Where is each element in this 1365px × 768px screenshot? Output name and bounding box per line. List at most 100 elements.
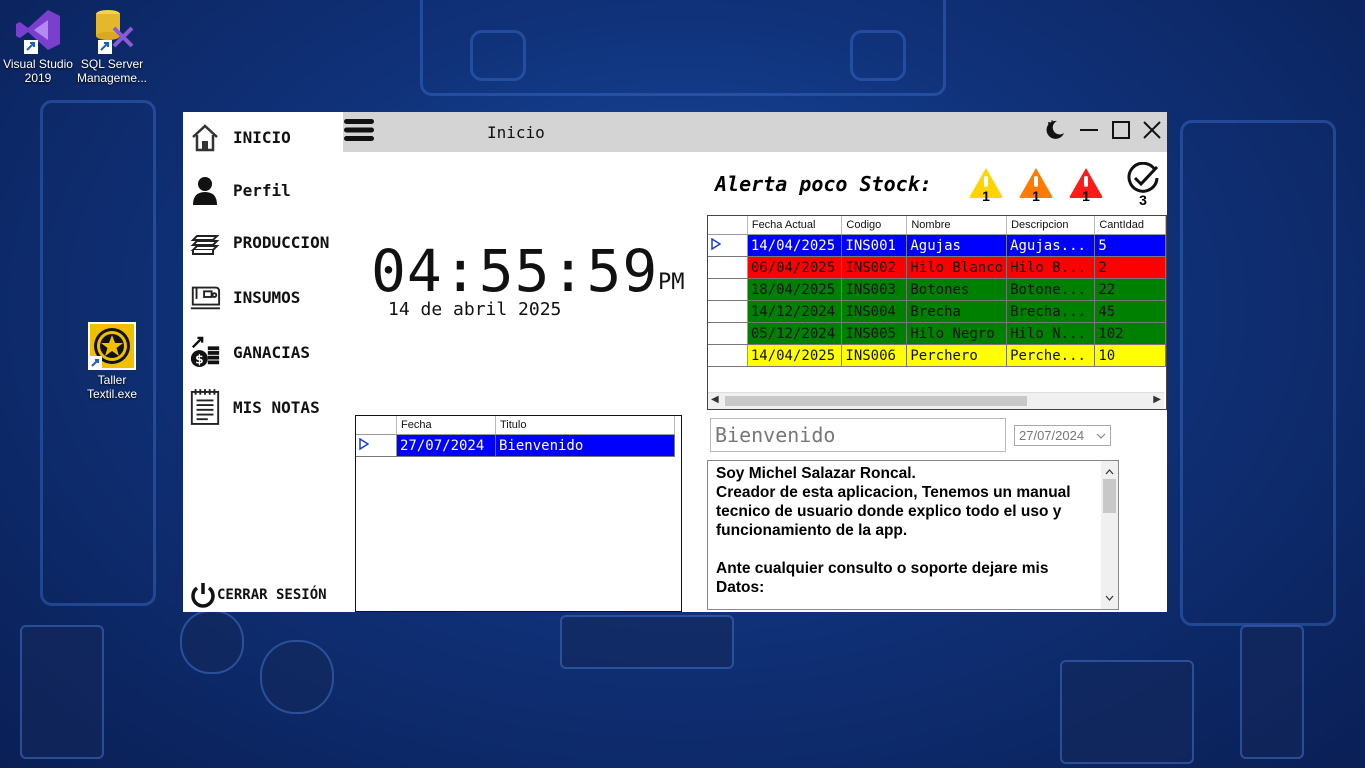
logout-button[interactable]: CERRAR SESIÓN xyxy=(189,575,327,615)
vertical-scrollbar[interactable] xyxy=(1101,461,1118,609)
sidebar-item-label: MIS NOTAS xyxy=(233,397,320,417)
app-window: INICIO Perfil PRODUCCION INSUMOS $ GANAC… xyxy=(183,112,1167,612)
stock-cell-fecha[interactable]: 18/04/2025 xyxy=(747,278,843,301)
stock-cell-fecha[interactable]: 14/04/2025 xyxy=(747,344,843,367)
row-selector[interactable] xyxy=(708,234,748,257)
close-button[interactable] xyxy=(1138,118,1166,146)
column-header[interactable]: Fecha Actual xyxy=(747,216,843,235)
desktop-icon-taller-textil[interactable]: Taller Textil.exe xyxy=(74,322,150,401)
sql-server-icon xyxy=(88,6,136,54)
table-row[interactable]: 06/04/2025 INS002 Hilo Blanco Hilo B... 2 xyxy=(708,256,1166,279)
stock-cell-fecha[interactable]: 14/12/2024 xyxy=(747,300,843,323)
stock-cell-nombre[interactable]: Botones xyxy=(906,278,1008,301)
desktop-icon-sql-server[interactable]: SQL Server Manageme... xyxy=(74,6,150,85)
scroll-right-icon[interactable]: ▶ xyxy=(1153,394,1161,405)
table-row[interactable]: 05/12/2024 INS005 Hilo Negro Hilo N... 102 xyxy=(708,322,1166,345)
row-selector[interactable] xyxy=(708,300,748,323)
row-selector[interactable] xyxy=(356,434,397,457)
table-row[interactable]: 14/12/2024 INS004 Brecha Brecha... 45 xyxy=(708,300,1166,323)
row-selector[interactable] xyxy=(708,278,748,301)
horizontal-scrollbar[interactable]: ◀ ▶ xyxy=(708,392,1164,409)
alert-red[interactable]: 1 xyxy=(1068,166,1104,206)
stock-cell-nombre[interactable]: Hilo Negro xyxy=(906,322,1008,345)
stock-cell-cant[interactable]: 5 xyxy=(1094,234,1166,257)
row-header-corner xyxy=(708,216,748,235)
menu-toggle-button[interactable] xyxy=(344,118,374,146)
stock-cell-nombre[interactable]: Hilo Blanco xyxy=(906,256,1008,279)
user-icon xyxy=(189,174,221,206)
column-header[interactable]: Fecha xyxy=(396,416,496,435)
chevron-down-icon[interactable] xyxy=(1096,429,1106,444)
moon-icon xyxy=(1043,118,1067,147)
note-title-input[interactable] xyxy=(710,418,1006,452)
scrollbar-thumb[interactable] xyxy=(725,396,1027,406)
table-row[interactable]: 27/07/2024 Bienvenido xyxy=(356,434,675,457)
row-selector[interactable] xyxy=(708,322,748,345)
stock-cell-codigo[interactable]: INS002 xyxy=(841,256,908,279)
stock-cell-desc[interactable]: Hilo N... xyxy=(1006,322,1096,345)
wallpaper-pad xyxy=(850,30,906,81)
wallpaper-chip xyxy=(20,625,104,759)
desktop-icon-label: SQL Server Manageme... xyxy=(76,57,148,85)
maximize-button[interactable] xyxy=(1107,118,1135,146)
note-date-picker[interactable]: 27/07/2024 xyxy=(1014,425,1111,446)
theme-toggle-button[interactable] xyxy=(1041,118,1069,146)
stock-cell-desc[interactable]: Brecha... xyxy=(1006,300,1096,323)
desktop-icon-visual-studio[interactable]: Visual Studio 2019 xyxy=(0,6,76,85)
note-title-cell[interactable]: Bienvenido xyxy=(495,434,675,457)
title-bar: Inicio xyxy=(343,112,1167,152)
note-body-textarea[interactable]: Soy Michel Salazar Roncal. Creador de es… xyxy=(707,460,1119,610)
stock-cell-cant[interactable]: 45 xyxy=(1094,300,1166,323)
stock-cell-desc[interactable]: Agujas... xyxy=(1006,234,1096,257)
note-date-cell[interactable]: 27/07/2024 xyxy=(396,434,496,457)
stock-cell-codigo[interactable]: INS001 xyxy=(841,234,908,257)
alert-yellow[interactable]: 1 xyxy=(968,166,1004,206)
stock-cell-nombre[interactable]: Agujas xyxy=(906,234,1008,257)
column-header[interactable]: Titulo xyxy=(495,416,675,435)
stock-cell-codigo[interactable]: INS005 xyxy=(841,322,908,345)
sidebar-item-insumos[interactable]: INSUMOS xyxy=(189,277,300,317)
sidebar-item-produccion[interactable]: PRODUCCION xyxy=(189,222,329,262)
sidebar-item-inicio[interactable]: INICIO xyxy=(189,117,291,157)
column-header[interactable]: Codigo xyxy=(841,216,908,235)
sidebar-item-mis-notas[interactable]: MIS NOTAS xyxy=(189,387,320,427)
table-row[interactable]: 18/04/2025 INS003 Botones Botone... 22 xyxy=(708,278,1166,301)
sidebar-item-perfil[interactable]: Perfil xyxy=(189,170,291,210)
column-header[interactable]: Descripcion xyxy=(1006,216,1096,235)
stock-cell-codigo[interactable]: INS003 xyxy=(841,278,908,301)
row-header-corner xyxy=(356,416,397,435)
stock-cell-codigo[interactable]: INS006 xyxy=(841,344,908,367)
row-selector[interactable] xyxy=(708,344,748,367)
stock-cell-desc[interactable]: Botone... xyxy=(1006,278,1096,301)
stock-cell-fecha[interactable]: 05/12/2024 xyxy=(747,322,843,345)
stock-grid[interactable]: Fecha Actual Codigo Nombre Descripcion C… xyxy=(707,215,1167,410)
column-header[interactable]: CantIdad xyxy=(1094,216,1166,235)
stock-cell-codigo[interactable]: INS004 xyxy=(841,300,908,323)
column-header[interactable]: Nombre xyxy=(906,216,1008,235)
alert-ok[interactable]: 3 xyxy=(1125,161,1161,208)
clock-ampm: PM xyxy=(658,270,685,295)
stock-cell-fecha[interactable]: 06/04/2025 xyxy=(747,256,843,279)
row-selector[interactable] xyxy=(708,256,748,279)
alert-orange[interactable]: 1 xyxy=(1018,166,1054,206)
stock-cell-cant[interactable]: 10 xyxy=(1094,344,1166,367)
stock-cell-nombre[interactable]: Perchero xyxy=(906,344,1008,367)
scroll-left-icon[interactable]: ◀ xyxy=(711,394,719,405)
stock-cell-cant[interactable]: 22 xyxy=(1094,278,1166,301)
stock-cell-cant[interactable]: 2 xyxy=(1094,256,1166,279)
table-row[interactable]: 14/04/2025 INS001 Agujas Agujas... 5 xyxy=(708,234,1166,257)
stock-cell-cant[interactable]: 102 xyxy=(1094,322,1166,345)
minimize-button[interactable] xyxy=(1075,118,1103,146)
stock-cell-nombre[interactable]: Brecha xyxy=(906,300,1008,323)
scroll-down-icon[interactable] xyxy=(1105,589,1114,607)
notes-grid[interactable]: Fecha Titulo 27/07/2024 Bienvenido xyxy=(355,415,682,612)
sidebar-item-ganacias[interactable]: $ GANACIAS xyxy=(189,332,310,372)
wallpaper-chip xyxy=(1240,625,1304,759)
scrollbar-thumb[interactable] xyxy=(1103,479,1116,513)
stock-cell-fecha[interactable]: 14/04/2025 xyxy=(747,234,843,257)
stock-cell-desc[interactable]: Perche... xyxy=(1006,344,1096,367)
money-icon: $ xyxy=(189,336,221,368)
table-row[interactable]: 14/04/2025 INS006 Perchero Perche... 10 xyxy=(708,344,1166,367)
desktop-icon-label: Visual Studio 2019 xyxy=(3,57,73,85)
stock-cell-desc[interactable]: Hilo B... xyxy=(1006,256,1096,279)
